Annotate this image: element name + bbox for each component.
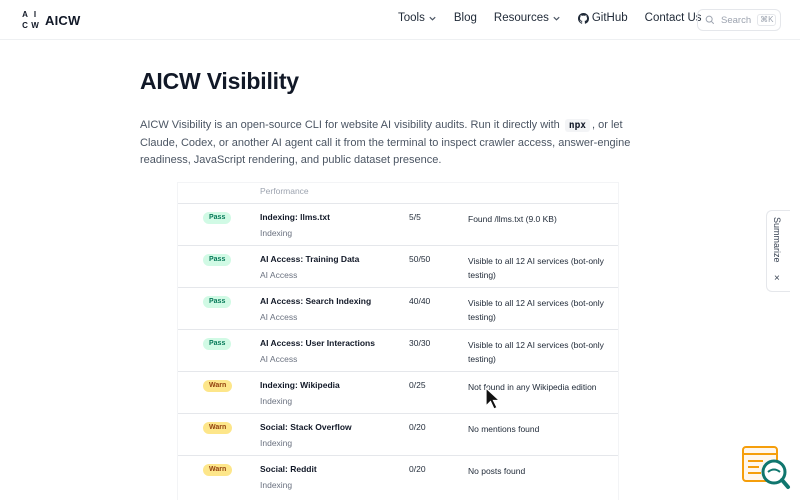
check-score: 5/5	[409, 212, 421, 222]
check-name: Social: Reddit	[260, 464, 317, 474]
nav-blog-label: Blog	[453, 12, 477, 24]
search-widget-icon[interactable]	[741, 445, 791, 490]
check-category: Indexing	[260, 480, 293, 490]
check-category: AI Access	[260, 270, 298, 280]
check-category: Indexing	[260, 438, 293, 448]
code-npx: npx	[564, 119, 591, 132]
check-detail: Found /llms.txt (9.0 KB)	[468, 214, 557, 224]
check-detail: No posts found	[468, 466, 526, 476]
chevron-down-icon	[553, 16, 560, 21]
logo-letter: W	[31, 21, 39, 30]
check-detail: Visible to all 12 AI services (bot-only …	[468, 256, 604, 280]
table-row: Pass Indexing: llms.txt Indexing 5/5 Fou…	[178, 203, 618, 244]
page-title: AICW Visibility	[140, 68, 299, 94]
nav-resources-label: Resources	[493, 12, 549, 24]
status-badge: Pass	[203, 338, 232, 350]
logo-letter: I	[33, 10, 37, 19]
status-badge: Pass	[203, 254, 232, 266]
table-row: Pass AI Access: User Interactions AI Acc…	[178, 329, 618, 370]
check-name: Indexing: llms.txt	[260, 212, 330, 222]
close-icon[interactable]: ×	[774, 273, 780, 284]
page-description: AICW Visibility is an open-source CLI fo…	[140, 117, 660, 170]
description-text: AICW Visibility is an open-source CLI fo…	[140, 119, 560, 131]
table-row: Warn Social: Reddit Indexing 0/20 No pos…	[178, 455, 618, 496]
summarize-tab[interactable]: Summarize ×	[766, 210, 790, 292]
nav-github[interactable]: GitHub	[577, 12, 628, 24]
check-score: 40/40	[409, 296, 431, 306]
summarize-label: Summarize	[772, 217, 782, 263]
nav-contact[interactable]: Contact Us	[645, 12, 702, 24]
check-category: Indexing	[260, 228, 293, 238]
logo-mark: A I C W	[20, 9, 40, 31]
check-name: AI Access: Training Data	[260, 254, 360, 264]
check-category: AI Access	[260, 354, 298, 364]
mouse-cursor-icon	[485, 387, 501, 410]
search-button[interactable]: Search ⌘K	[697, 9, 781, 31]
report-screenshot: Performance Pass Indexing: llms.txt Inde…	[178, 183, 618, 500]
main-nav: Tools Blog Resources GitHub Contact Us	[398, 12, 702, 24]
nav-resources[interactable]: Resources	[494, 12, 561, 24]
nav-tools-label: Tools	[398, 12, 425, 24]
status-badge: Warn	[203, 380, 233, 392]
nav-blog[interactable]: Blog	[454, 12, 477, 24]
logo-letter: A	[22, 10, 28, 19]
check-category: AI Access	[260, 312, 298, 322]
check-name: AI Access: User Interactions	[260, 338, 375, 348]
github-icon	[577, 12, 589, 24]
check-score: 50/50	[409, 254, 431, 264]
site-header: A I C W AICW Tools Blog Resources GitHub…	[0, 0, 800, 40]
status-badge: Warn	[203, 422, 233, 434]
table-row: Pass AI Access: Training Data AI Access …	[178, 245, 618, 286]
check-detail: Visible to all 12 AI services (bot-only …	[468, 340, 604, 364]
check-name: Indexing: Wikipedia	[260, 380, 340, 390]
nav-tools[interactable]: Tools	[398, 12, 437, 24]
search-shortcut: ⌘K	[757, 14, 777, 26]
check-name: Social: Stack Overflow	[260, 422, 352, 432]
check-detail: No mentions found	[468, 424, 540, 434]
logo-letter: C	[22, 21, 28, 30]
table-row: Pass AI Access: Search Indexing AI Acces…	[178, 287, 618, 328]
chevron-down-icon	[429, 16, 436, 21]
status-badge: Pass	[203, 296, 232, 308]
check-score: 30/30	[409, 338, 431, 348]
check-score: 0/20	[409, 422, 426, 432]
status-badge: Warn	[203, 464, 233, 476]
check-name: AI Access: Search Indexing	[260, 296, 372, 306]
check-score: 0/25	[409, 380, 426, 390]
search-icon	[705, 15, 715, 25]
logo[interactable]: A I C W AICW	[20, 9, 80, 31]
check-detail: Visible to all 12 AI services (bot-only …	[468, 298, 604, 322]
nav-contact-label: Contact Us	[644, 12, 702, 24]
table-row: Warn Social: Stack Overflow Indexing 0/2…	[178, 413, 618, 454]
status-badge: Pass	[203, 212, 232, 224]
nav-github-label: GitHub	[591, 12, 628, 24]
check-category: Indexing	[260, 396, 293, 406]
report-partial-heading: Performance	[260, 186, 309, 196]
check-score: 0/20	[409, 464, 426, 474]
brand-name: AICW	[45, 12, 81, 28]
search-placeholder: Search	[721, 14, 752, 26]
table-row: Warn Indexing: Wikipedia Indexing 0/25 N…	[178, 371, 618, 412]
